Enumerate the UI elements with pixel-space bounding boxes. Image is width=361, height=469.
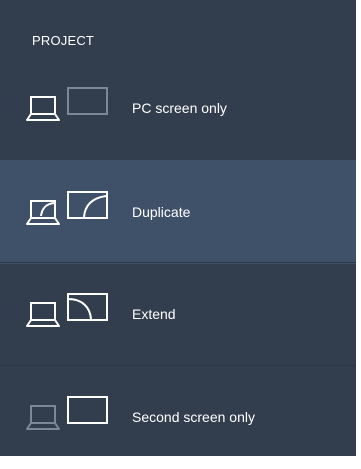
second-screen-only-icon bbox=[26, 396, 108, 430]
option-pc-screen-only[interactable]: PC screen only bbox=[0, 56, 356, 160]
option-second-screen-only[interactable]: Second screen only bbox=[0, 365, 356, 469]
panel-title: PROJECT bbox=[32, 33, 95, 48]
duplicate-icon bbox=[26, 191, 108, 225]
option-label: Second screen only bbox=[132, 409, 255, 425]
pc-screen-only-icon bbox=[26, 87, 108, 121]
extend-icon bbox=[26, 293, 108, 327]
option-label: Duplicate bbox=[132, 204, 191, 220]
option-duplicate[interactable]: Duplicate bbox=[0, 160, 356, 264]
option-label: Extend bbox=[132, 306, 176, 322]
divider bbox=[0, 262, 356, 263]
divider bbox=[0, 365, 356, 366]
project-panel: PROJECT PC screen only Duplicate Extend … bbox=[0, 0, 356, 456]
option-extend[interactable]: Extend bbox=[0, 262, 356, 366]
option-label: PC screen only bbox=[132, 100, 227, 116]
